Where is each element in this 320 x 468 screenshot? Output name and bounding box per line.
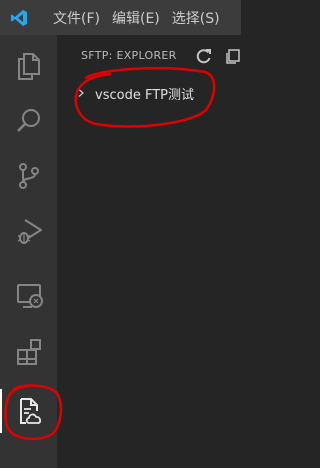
files-icon xyxy=(17,52,40,80)
source-control-icon xyxy=(18,162,39,189)
activity-explorer[interactable] xyxy=(0,38,57,93)
copy-button[interactable] xyxy=(223,47,241,65)
sidebar-header: SFTP: EXPLORER xyxy=(57,35,241,75)
extensions-icon xyxy=(16,338,41,365)
menu-edit[interactable]: 编辑(E) xyxy=(112,8,160,28)
sftp-explorer-sidebar: SFTP: EXPLORER vscode FTP测试 xyxy=(57,35,241,468)
run-debug-icon xyxy=(17,218,42,244)
menu-selection[interactable]: 选择(S) xyxy=(172,8,220,28)
refresh-button[interactable] xyxy=(195,47,213,65)
sftp-icon xyxy=(19,397,41,424)
remote-explorer-icon xyxy=(16,283,43,308)
copy-icon xyxy=(226,49,240,64)
activity-extensions[interactable] xyxy=(0,325,57,380)
vscode-logo-icon xyxy=(10,9,28,27)
search-icon xyxy=(16,108,40,132)
menu-file[interactable]: 文件(F) xyxy=(53,8,100,28)
activity-remote-explorer[interactable] xyxy=(0,268,57,323)
tree-item-remote[interactable]: vscode FTP测试 xyxy=(57,82,241,104)
refresh-icon xyxy=(196,49,211,64)
title-bar: 文件(F) 编辑(E) 选择(S) xyxy=(0,0,241,35)
tree-item-label: vscode FTP测试 xyxy=(95,87,194,103)
activity-run-debug[interactable] xyxy=(0,203,57,258)
chevron-right-icon[interactable] xyxy=(75,87,87,99)
activity-search[interactable] xyxy=(0,93,57,148)
activity-source-control[interactable] xyxy=(0,148,57,203)
sidebar-title: SFTP: EXPLORER xyxy=(81,48,177,62)
activity-sftp[interactable] xyxy=(0,383,57,438)
activity-bar xyxy=(0,35,57,468)
